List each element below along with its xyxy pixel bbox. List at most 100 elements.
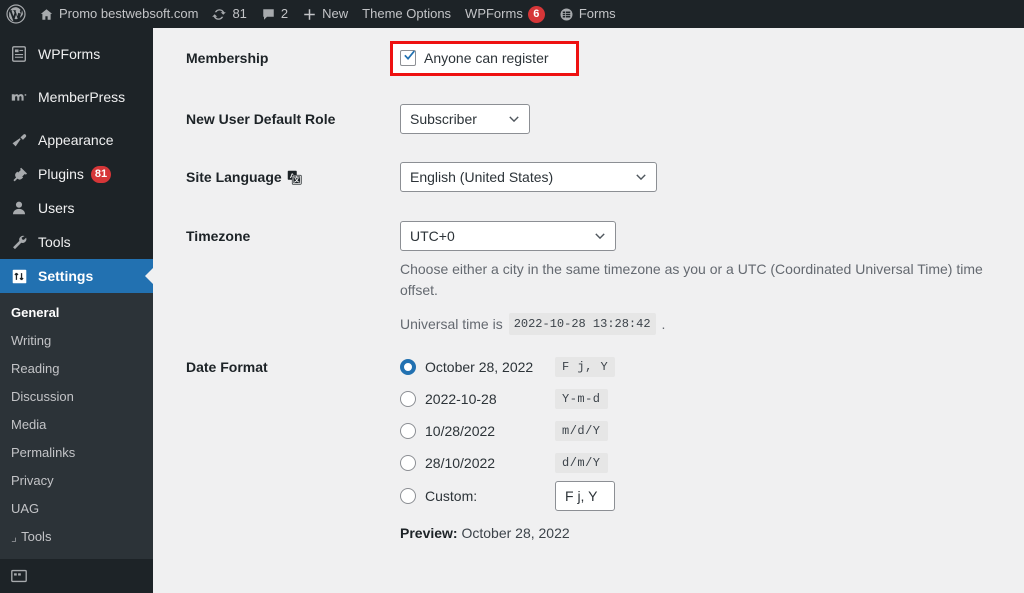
date-format-custom-input[interactable] <box>555 481 615 511</box>
date-format-option-row[interactable]: October 28, 2022 F j, Y <box>400 351 616 383</box>
updates-count: 81 <box>232 6 247 21</box>
sidebar-item-settings[interactable]: Settings <box>0 259 153 293</box>
date-format-option-row[interactable]: 10/28/2022 m/d/Y <box>400 415 615 447</box>
date-format-display: 28/10/2022 <box>425 455 496 471</box>
memberpress-icon <box>9 87 29 107</box>
date-format-radio-m-d-y[interactable] <box>400 423 416 439</box>
date-format-custom-row[interactable]: Custom: <box>400 479 615 513</box>
theme-options-label: Theme Options <box>362 6 452 21</box>
sidebar-item-label: Tools <box>38 234 71 250</box>
universal-time-suffix: . <box>661 315 666 332</box>
sidebar-subitem-privacy[interactable]: Privacy <box>0 467 153 495</box>
custom-fields-icon <box>9 566 29 586</box>
wpforms-label: WPForms <box>465 6 523 21</box>
site-language-value: English (United States) <box>410 169 554 185</box>
date-format-code: d/m/Y <box>555 453 608 473</box>
sidebar-subitem-tools[interactable]: ⌟ Tools <box>0 523 153 551</box>
universal-time-line: Universal time is 2022-10-28 13:28:42 . <box>400 313 1024 335</box>
sidebar-item-label: MemberPress <box>38 89 126 105</box>
sidebar-item-label: Users <box>38 200 75 216</box>
sidebar-subitem-discussion[interactable]: Discussion <box>0 383 153 411</box>
date-format-display: October 28, 2022 <box>425 359 534 375</box>
chevron-down-icon <box>507 112 521 126</box>
date-format-display: 2022-10-28 <box>425 391 497 407</box>
default-role-select[interactable]: Subscriber <box>400 104 530 134</box>
chevron-down-icon <box>593 229 607 243</box>
date-format-option-row[interactable]: 2022-10-28 Y-m-d <box>400 383 615 415</box>
sidebar-item-users[interactable]: Users <box>0 191 153 225</box>
comments-icon <box>261 7 276 22</box>
appearance-brush-icon <box>9 130 29 150</box>
nested-arrow-icon: ⌟ <box>11 529 18 544</box>
new-content-label: New <box>322 6 349 21</box>
admin-bar: Promo bestwebsoft.com 81 2 New Theme Opt… <box>0 0 1024 28</box>
updates-menu[interactable]: 81 <box>205 0 253 28</box>
sidebar-subitem-general[interactable]: General <box>0 299 153 327</box>
date-format-radio-f-j-y[interactable] <box>400 359 416 375</box>
date-format-radio-custom[interactable] <box>400 488 416 504</box>
universal-time-prefix: Universal time is <box>400 315 503 332</box>
wpforms-menu[interactable]: WPForms 6 <box>458 0 552 28</box>
anyone-can-register-checkbox[interactable] <box>400 50 416 66</box>
sidebar-subitem-uag[interactable]: UAG <box>0 495 153 523</box>
date-format-preview-value: October 28, 2022 <box>461 525 570 541</box>
sidebar-item-label: Appearance <box>38 132 114 148</box>
sidebar-subitem-writing[interactable]: Writing <box>0 327 153 355</box>
timezone-label: Timezone <box>186 228 251 244</box>
timezone-select[interactable]: UTC+0 <box>400 221 616 251</box>
default-role-value: Subscriber <box>410 111 477 127</box>
sidebar-item-custom-fields[interactable] <box>0 559 153 593</box>
home-icon <box>39 7 54 22</box>
sidebar-subitem-permalinks[interactable]: Permalinks <box>0 439 153 467</box>
wordpress-logo-icon <box>6 4 26 24</box>
wpforms-badge: 6 <box>527 5 545 23</box>
default-role-label: New User Default Role <box>186 111 336 127</box>
sidebar-item-label: Plugins <box>38 166 84 182</box>
sidebar-subitem-reading[interactable]: Reading <box>0 355 153 383</box>
tools-wrench-icon <box>9 232 29 252</box>
date-format-options: October 28, 2022 F j, Y 2022-10-28 Y-m-d… <box>400 351 616 541</box>
date-format-custom-label: Custom: <box>425 488 478 504</box>
wpforms-icon <box>9 44 29 64</box>
membership-label: Membership <box>186 50 269 66</box>
admin-sidebar-menu: WPForms MemberPress Appearance Plugins 8… <box>0 28 153 593</box>
sidebar-subitem-media[interactable]: Media <box>0 411 153 439</box>
date-format-code: F j, Y <box>555 357 616 377</box>
site-name-label: Promo bestwebsoft.com <box>59 6 199 21</box>
updates-icon <box>212 7 227 22</box>
forms-icon <box>559 7 574 22</box>
date-format-option-row[interactable]: 28/10/2022 d/m/Y <box>400 447 615 479</box>
sidebar-item-memberpress[interactable]: MemberPress <box>0 80 153 114</box>
sidebar-item-plugins[interactable]: Plugins 81 <box>0 157 153 191</box>
plugins-plug-icon <box>9 164 29 184</box>
anyone-can-register-label: Anyone can register <box>424 50 549 66</box>
translation-icon: A 文 <box>287 170 302 185</box>
timezone-description: Choose either a city in the same timezon… <box>400 261 983 298</box>
theme-options-menu[interactable]: Theme Options <box>355 0 458 28</box>
date-format-radio-d-m-y[interactable] <box>400 455 416 471</box>
date-format-preview: Preview: October 28, 2022 <box>400 525 615 541</box>
comments-count: 2 <box>280 6 289 21</box>
settings-general-form: Membership Anyone can register New User … <box>153 28 1024 565</box>
sidebar-subitem-label: Tools <box>21 529 52 544</box>
users-person-icon <box>9 198 29 218</box>
forms-label: Forms <box>578 6 616 21</box>
check-icon <box>404 50 415 60</box>
sidebar-item-appearance[interactable]: Appearance <box>0 123 153 157</box>
site-language-select[interactable]: English (United States) <box>400 162 657 192</box>
site-name-menu[interactable]: Promo bestwebsoft.com <box>32 0 205 28</box>
date-format-radio-y-m-d[interactable] <box>400 391 416 407</box>
membership-checkbox-row[interactable]: Anyone can register <box>400 50 549 66</box>
sidebar-item-tools[interactable]: Tools <box>0 225 153 259</box>
comments-menu[interactable]: 2 <box>254 0 295 28</box>
timezone-value: UTC+0 <box>410 228 455 244</box>
wp-logo-menu[interactable] <box>0 0 32 28</box>
date-format-label: Date Format <box>186 359 268 375</box>
sidebar-item-label: Settings <box>38 268 94 284</box>
sidebar-item-wpforms[interactable]: WPForms <box>0 37 153 71</box>
universal-time-value: 2022-10-28 13:28:42 <box>508 313 656 335</box>
plugins-update-badge: 81 <box>90 165 112 183</box>
new-content-menu[interactable]: New <box>295 0 355 28</box>
date-format-preview-label: Preview: <box>400 525 458 541</box>
forms-menu[interactable]: Forms <box>552 0 623 28</box>
